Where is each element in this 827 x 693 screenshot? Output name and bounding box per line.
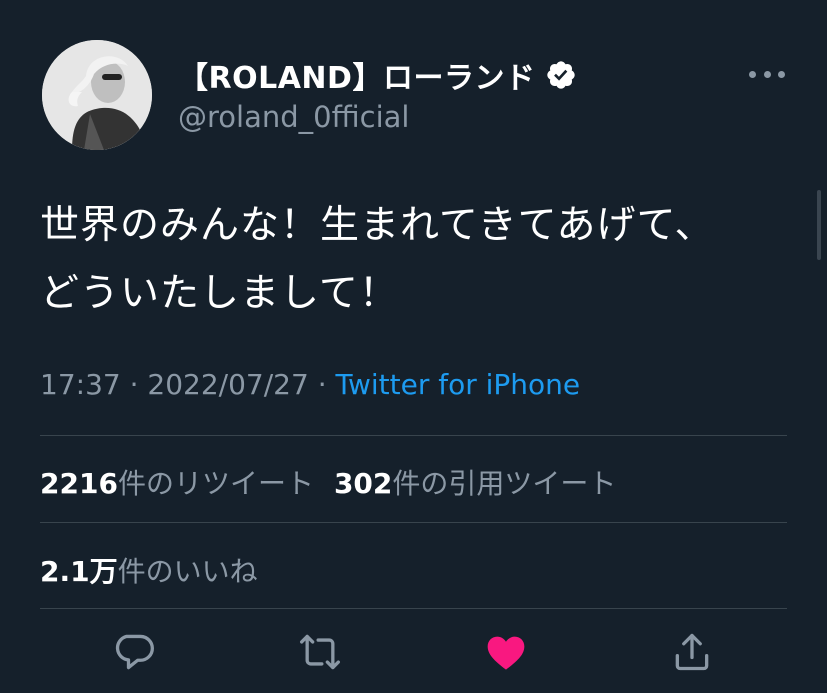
retweets-stat[interactable]: 2216件のリツイート xyxy=(40,462,314,502)
display-name[interactable]: 【ROLAND】ローランド xyxy=(178,53,535,97)
scrollbar[interactable] xyxy=(817,190,821,260)
user-names: 【ROLAND】ローランド @roland_0fficial xyxy=(178,54,577,134)
tweet-header: 【ROLAND】ローランド @roland_0fficial xyxy=(42,40,787,150)
meta-separator: · xyxy=(308,368,336,401)
retweet-button[interactable] xyxy=(298,630,342,674)
user-handle[interactable]: @roland_0fficial xyxy=(178,100,577,134)
tweet-text-line: どういたしまして！ xyxy=(40,271,399,316)
quotes-count: 302 xyxy=(333,467,393,500)
quotes-label: 件の引用ツイート xyxy=(392,467,617,500)
verified-badge-icon xyxy=(545,59,577,91)
likes-label: 件のいいね xyxy=(117,555,258,588)
reply-icon xyxy=(115,634,154,670)
likes-stat[interactable]: 2.1万件のいいね xyxy=(40,550,258,590)
share-button[interactable] xyxy=(670,630,714,674)
avatar-image xyxy=(42,40,152,150)
reply-button[interactable] xyxy=(112,630,156,674)
action-bar xyxy=(0,630,827,680)
quotes-stat[interactable]: 302件の引用ツイート xyxy=(334,462,616,502)
stats-row: 2216件のリツイート 302件の引用ツイート xyxy=(40,462,616,502)
like-button[interactable] xyxy=(484,630,528,674)
retweet-icon xyxy=(300,634,340,670)
divider xyxy=(40,435,787,436)
meta-separator: · xyxy=(120,368,148,401)
tweet-text-line: 世界のみんな！生まれてきてあげて、 xyxy=(40,203,715,248)
tweet-date[interactable]: 2022/07/27 xyxy=(147,368,308,401)
likes-count: 2.1万 xyxy=(40,555,118,588)
divider xyxy=(40,608,787,609)
retweets-count: 2216 xyxy=(40,467,118,500)
more-options-icon[interactable] xyxy=(749,66,785,82)
heart-icon xyxy=(487,636,525,670)
tweet-meta: 17:37 · 2022/07/27 · Twitter for iPhone xyxy=(40,368,580,401)
tweet-text: 世界のみんな！生まれてきてあげて、 どういたしまして！ xyxy=(40,192,780,328)
tweet-source-link[interactable]: Twitter for iPhone xyxy=(336,368,581,401)
retweets-label: 件のリツイート xyxy=(117,467,314,500)
avatar[interactable] xyxy=(42,40,152,150)
share-icon xyxy=(675,633,709,671)
tweet-time[interactable]: 17:37 xyxy=(40,368,121,401)
divider xyxy=(40,522,787,523)
